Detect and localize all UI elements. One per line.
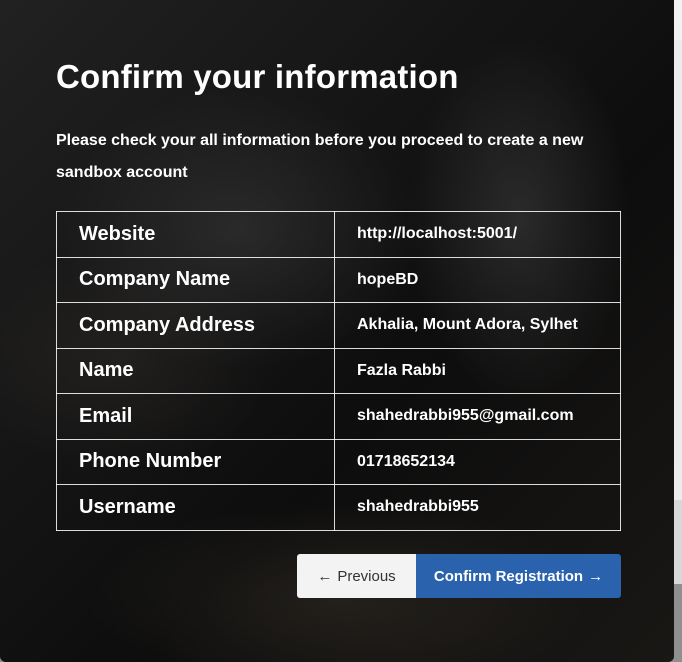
info-table: Website http://localhost:5001/ Company N… [56,211,621,531]
modal-title: Confirm your information [56,58,459,95]
confirm-modal: Confirm your information Please check yo… [0,0,674,662]
field-value-company-name: hopeBD [334,256,621,303]
table-row: Username shahedrabbi955 [56,484,621,531]
arrow-right-icon: → [588,567,604,585]
arrow-left-icon: ← [317,567,333,585]
field-value-phone-number: 01718652134 [334,438,621,485]
table-row: Email shahedrabbi955@gmail.com [56,393,621,440]
confirm-registration-button[interactable]: Confirm Registration → [416,554,621,598]
table-row: Company Address Akhalia, Mount Adora, Sy… [56,302,621,349]
field-value-website: http://localhost:5001/ [334,211,621,258]
field-label-phone-number: Phone Number [56,438,335,485]
field-value-username: shahedrabbi955 [334,484,621,531]
table-row: Website http://localhost:5001/ [56,211,621,258]
field-label-company-address: Company Address [56,302,335,349]
field-value-name: Fazla Rabbi [334,347,621,394]
field-label-company-name: Company Name [56,256,335,303]
field-value-company-address: Akhalia, Mount Adora, Sylhet [334,302,621,349]
table-row: Phone Number 01718652134 [56,438,621,485]
field-label-name: Name [56,347,335,394]
modal-subtitle: Please check your all information before… [56,132,584,181]
table-row: Company Name hopeBD [56,256,621,303]
field-label-username: Username [56,484,335,531]
backdrop-edge [674,40,682,500]
previous-button[interactable]: ← Previous [297,554,416,598]
field-label-website: Website [56,211,335,258]
field-value-email: shahedrabbi955@gmail.com [334,393,621,440]
previous-button-label: Previous [337,567,396,585]
modal-content: Confirm your information Please check yo… [0,0,674,662]
confirm-button-label: Confirm Registration [433,567,584,585]
table-row: Name Fazla Rabbi [56,347,621,394]
field-label-email: Email [56,393,335,440]
